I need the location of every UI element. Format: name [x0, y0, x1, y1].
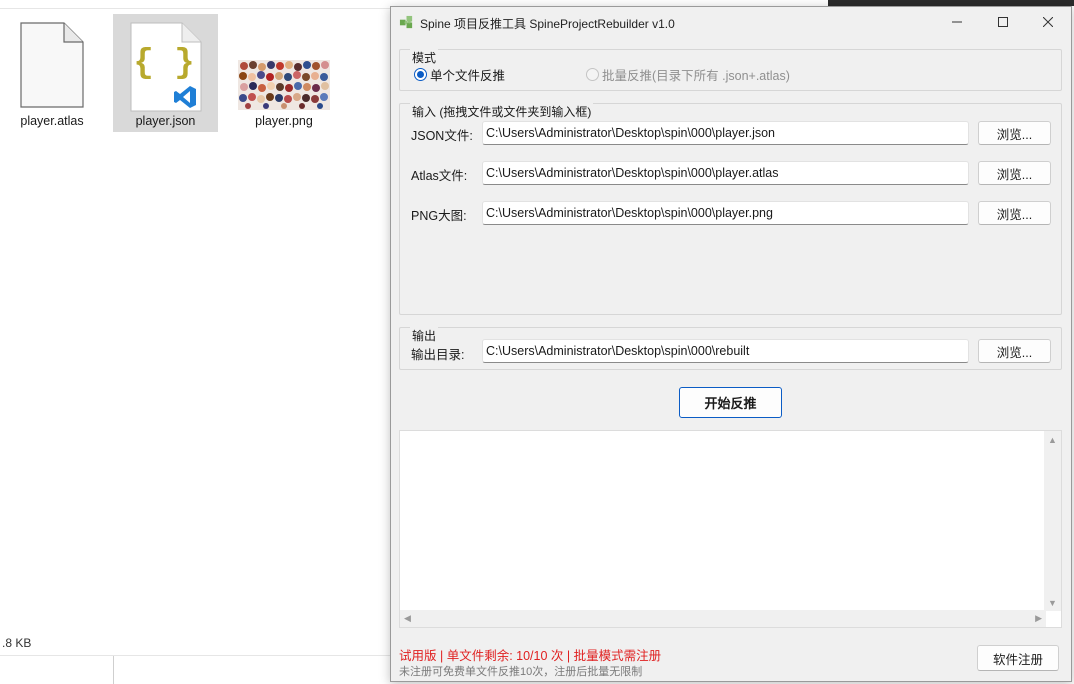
png-label: PNG大图:: [411, 209, 467, 223]
log-output-area[interactable]: ▲ ▼ ◀ ▶: [399, 430, 1062, 628]
close-icon: [1043, 17, 1053, 27]
output-legend: 输出: [410, 327, 439, 344]
file-name: player.png: [255, 114, 313, 128]
minimize-button[interactable]: [934, 7, 980, 37]
json-label: JSON文件:: [411, 129, 473, 143]
output-dir-input[interactable]: [482, 339, 969, 363]
radio-selected-icon: [414, 68, 427, 81]
start-rebuild-button[interactable]: 开始反推: [679, 387, 782, 418]
scroll-left-icon[interactable]: ◀: [404, 613, 411, 624]
mode-legend: 模式: [410, 49, 439, 66]
status-divider: [113, 656, 114, 684]
svg-text:{ }: { }: [133, 45, 194, 83]
file-item-json[interactable]: { } player.json: [113, 14, 218, 132]
trial-hint-text: 未注册可免费单文件反推10次，注册后批量无限制: [399, 666, 643, 678]
maximize-button[interactable]: [980, 7, 1026, 37]
trial-status-text: 试用版 | 单文件剩余: 10/10 次 | 批量模式需注册: [399, 649, 662, 663]
puzzle-app-icon: [399, 15, 413, 29]
title-bar[interactable]: Spine 项目反推工具 SpineProjectRebuilder v1.0: [391, 7, 1071, 37]
output-dir-label: 输出目录:: [411, 348, 465, 362]
file-name: player.json: [135, 114, 196, 128]
browse-atlas-button[interactable]: 浏览...: [978, 161, 1051, 185]
status-size: .8 KB: [2, 636, 32, 650]
minimize-icon: [952, 21, 962, 23]
output-group: 输出 输出目录: 浏览...: [399, 327, 1062, 370]
vertical-scrollbar[interactable]: ▲ ▼: [1044, 431, 1061, 611]
radio-single-mode[interactable]: 单个文件反推: [414, 65, 505, 84]
file-name: player.atlas: [20, 114, 84, 128]
radio-single-label: 单个文件反推: [430, 69, 506, 83]
scroll-down-icon[interactable]: ▼: [1048, 598, 1057, 608]
png-path-input[interactable]: [482, 201, 969, 225]
browse-png-button[interactable]: 浏览...: [978, 201, 1051, 225]
maximize-icon: [998, 17, 1008, 27]
blank-file-icon: [20, 22, 84, 108]
register-button[interactable]: 软件注册: [977, 645, 1059, 671]
scroll-right-icon[interactable]: ▶: [1035, 613, 1042, 624]
file-item-png[interactable]: player.png: [232, 14, 336, 132]
close-button[interactable]: [1025, 7, 1071, 37]
atlas-label: Atlas文件:: [411, 169, 468, 183]
radio-unselected-icon: [586, 68, 599, 81]
window-title: Spine 项目反推工具 SpineProjectRebuilder v1.0: [420, 17, 675, 31]
input-group: 输入 (拖拽文件或文件夹到输入框) JSON文件: 浏览... Atlas文件:…: [399, 103, 1062, 315]
browse-json-button[interactable]: 浏览...: [978, 121, 1051, 145]
radio-batch-label: 批量反推(目录下所有 .json+.atlas): [602, 69, 790, 83]
file-item-atlas[interactable]: player.atlas: [0, 14, 104, 132]
rebuilder-window: Spine 项目反推工具 SpineProjectRebuilder v1.0 …: [390, 6, 1072, 682]
atlas-path-input[interactable]: [482, 161, 969, 185]
image-thumbnail: [238, 60, 330, 110]
explorer-status-bar: .8 KB: [0, 636, 390, 684]
browse-output-button[interactable]: 浏览...: [978, 339, 1051, 363]
input-legend: 输入 (拖拽文件或文件夹到输入框): [410, 103, 594, 120]
json-path-input[interactable]: [482, 121, 969, 145]
mode-group: 模式 单个文件反推 批量反推(目录下所有 .json+.atlas): [399, 49, 1062, 91]
radio-batch-mode[interactable]: 批量反推(目录下所有 .json+.atlas): [586, 65, 790, 84]
json-file-icon: { }: [130, 22, 201, 112]
horizontal-scrollbar[interactable]: ◀ ▶: [400, 610, 1046, 627]
explorer-top-divider: [0, 8, 390, 9]
scroll-up-icon[interactable]: ▲: [1048, 435, 1057, 445]
